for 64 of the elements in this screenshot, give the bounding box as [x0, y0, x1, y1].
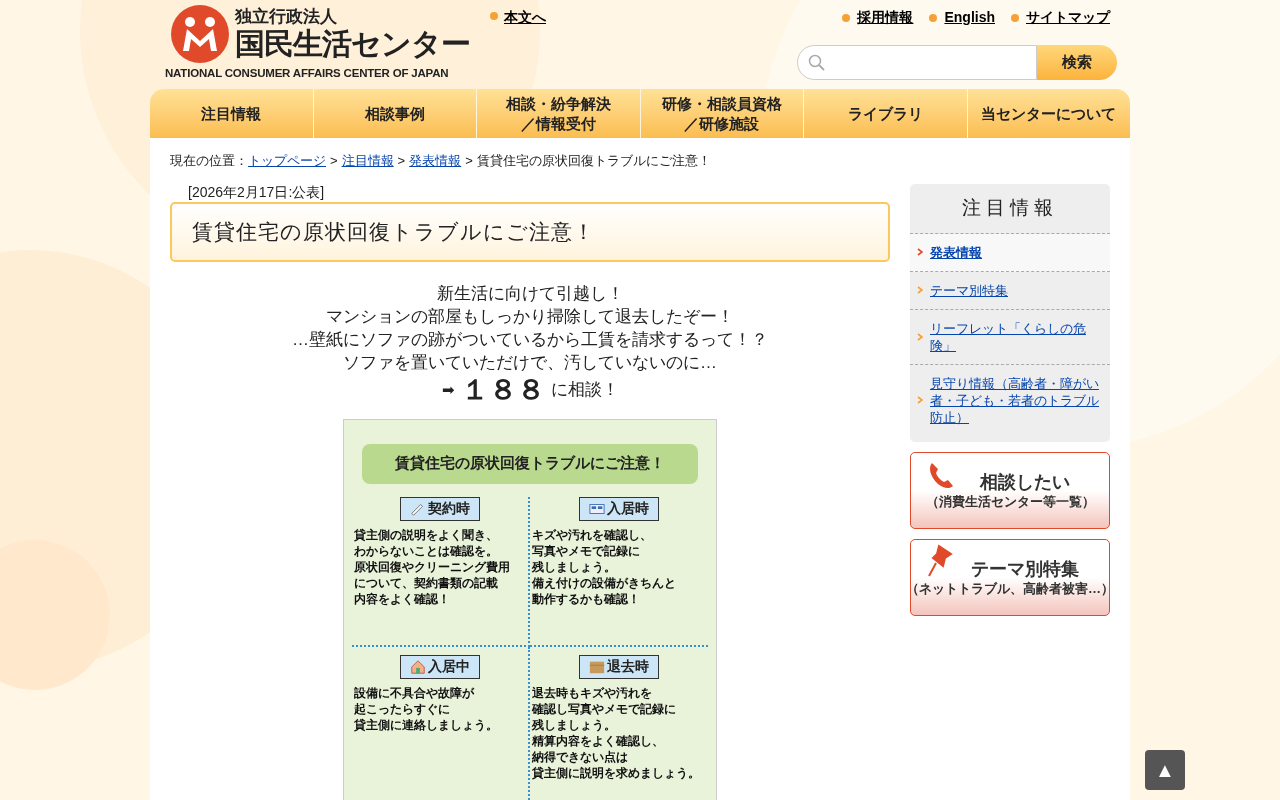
section-text: 貸主側の説明をよく聞き、 わからないことは確認を。 原状回復やクリーニング費用 について、契約書類の記載 内容をよく確認！ — [354, 526, 511, 607]
banner-title: 相談したい — [978, 470, 1070, 493]
lead-text: 新生活に向けて引越し！ — [436, 282, 624, 305]
breadcrumb-separator: > — [330, 152, 338, 170]
nav-tab[interactable]: 研修・相談員資格 ／研修施設 — [639, 89, 803, 138]
call-text: に相談！ — [550, 379, 619, 401]
section-text: 設備に不具合や故障が 起こったらすぐに 貸主側に連絡しましょう。 — [354, 684, 499, 733]
banner-link[interactable]: 相談したい （消費生活センター等一覧） — [910, 451, 1110, 529]
nav-tab[interactable]: 当センターについて — [966, 89, 1130, 138]
breadcrumb-current: 賃貸住宅の原状回復トラブルにご注意！ — [476, 152, 711, 170]
logo-mark-icon — [171, 5, 229, 63]
back-to-top-button[interactable]: ▲ — [1145, 750, 1185, 790]
utility-link[interactable]: 採用情報 — [857, 7, 914, 28]
chevron-icon — [917, 286, 923, 294]
nav-tab[interactable]: 相談事例 — [312, 89, 476, 138]
logo-subtitle: 独立行政法人 — [235, 7, 338, 27]
banner-link[interactable]: テーマ別特集 （ネットトラブル、高齢者被害…） — [910, 538, 1110, 616]
utility-link[interactable]: English — [944, 7, 995, 28]
section-heading: 契約時 — [428, 499, 470, 518]
lead-text: マンションの部屋もしっかり掃除して退去したぞー！ — [326, 305, 734, 328]
sidebar-link[interactable]: テーマ別特集 — [930, 281, 1008, 299]
lead-text: …壁紙にソファの跡がついているから工賃を請求するって！？ — [292, 328, 768, 351]
hotline-number: １８８ — [460, 374, 545, 405]
infographic-title: 賃貸住宅の原状回復トラブルにご注意！ — [362, 443, 698, 484]
article-title: 賃貸住宅の原状回復トラブルにご注意！ — [170, 201, 890, 262]
search-button[interactable]: 検索 — [1037, 45, 1117, 80]
nav-tab[interactable]: 相談・紛争解決 ／情報受付 — [476, 89, 640, 138]
breadcrumb-separator: > — [397, 152, 406, 170]
sidebar-link[interactable]: 発表情報 — [930, 243, 982, 261]
section-text: キズや汚れを確認し、 写真やメモで記録に 残しましょう。 備え付けの設備がきちんと 動作するかも確認！ — [532, 526, 677, 607]
search-field[interactable] — [797, 45, 1037, 80]
breadcrumb-label: 現在の位置： — [170, 152, 248, 170]
logo-english: NATIONAL CONSUMER AFFAIRS CENTER OF JAPAN — [165, 66, 450, 81]
bullet-icon — [842, 13, 851, 22]
section-text: 退去時もキズや汚れを 確認し写真やメモで記録に 残しましょう。 精算内容をよく確認し、 納得できない点は 貸主側に説明を求めましょう。 — [532, 684, 701, 781]
bullet-icon — [490, 12, 498, 20]
logo-name: 国民生活センター — [235, 27, 470, 61]
chevron-icon — [917, 332, 923, 341]
banner-title: テーマ別特集 — [970, 557, 1079, 580]
utility-link[interactable]: サイトマップ — [1026, 7, 1110, 28]
sidebar-link[interactable]: 見守り情報（高齢者・障がい者・子ども・若者のトラブル防止） — [930, 374, 1100, 426]
section-heading: 入居中 — [428, 657, 470, 676]
skip-to-content-link[interactable]: 本文へ — [504, 7, 546, 28]
bullet-icon — [1011, 13, 1019, 22]
publish-date: [2026年2月17日:公表] — [187, 183, 326, 200]
nav-tab[interactable]: ライブラリ — [803, 89, 967, 138]
lead-text: ソファを置いていただけで、汚していないのに… — [343, 351, 717, 374]
bullet-icon — [929, 13, 938, 22]
chevron-icon — [917, 248, 923, 256]
section-heading: 退去時 — [607, 657, 649, 676]
sidebar-link[interactable]: リーフレット「くらしの危険」 — [930, 319, 1100, 354]
pushpin-icon — [927, 543, 953, 578]
section-heading: 入居時 — [607, 499, 649, 518]
house-icon — [410, 658, 426, 675]
banner-subtitle: （消費生活センター等一覧） — [925, 492, 1095, 510]
breadcrumb-link[interactable]: 発表情報 — [409, 151, 462, 171]
sidebar-title: 注目情報 — [910, 183, 1110, 234]
chevron-icon — [917, 396, 923, 404]
arrow-icon: ➡ — [441, 378, 455, 401]
nav-tab[interactable]: 注目情報 — [150, 89, 313, 138]
breadcrumb-link[interactable]: トップページ — [248, 151, 326, 171]
search-icon — [808, 53, 826, 72]
breadcrumb-separator: > — [465, 152, 473, 170]
breadcrumb-link[interactable]: 注目情報 — [341, 151, 394, 171]
